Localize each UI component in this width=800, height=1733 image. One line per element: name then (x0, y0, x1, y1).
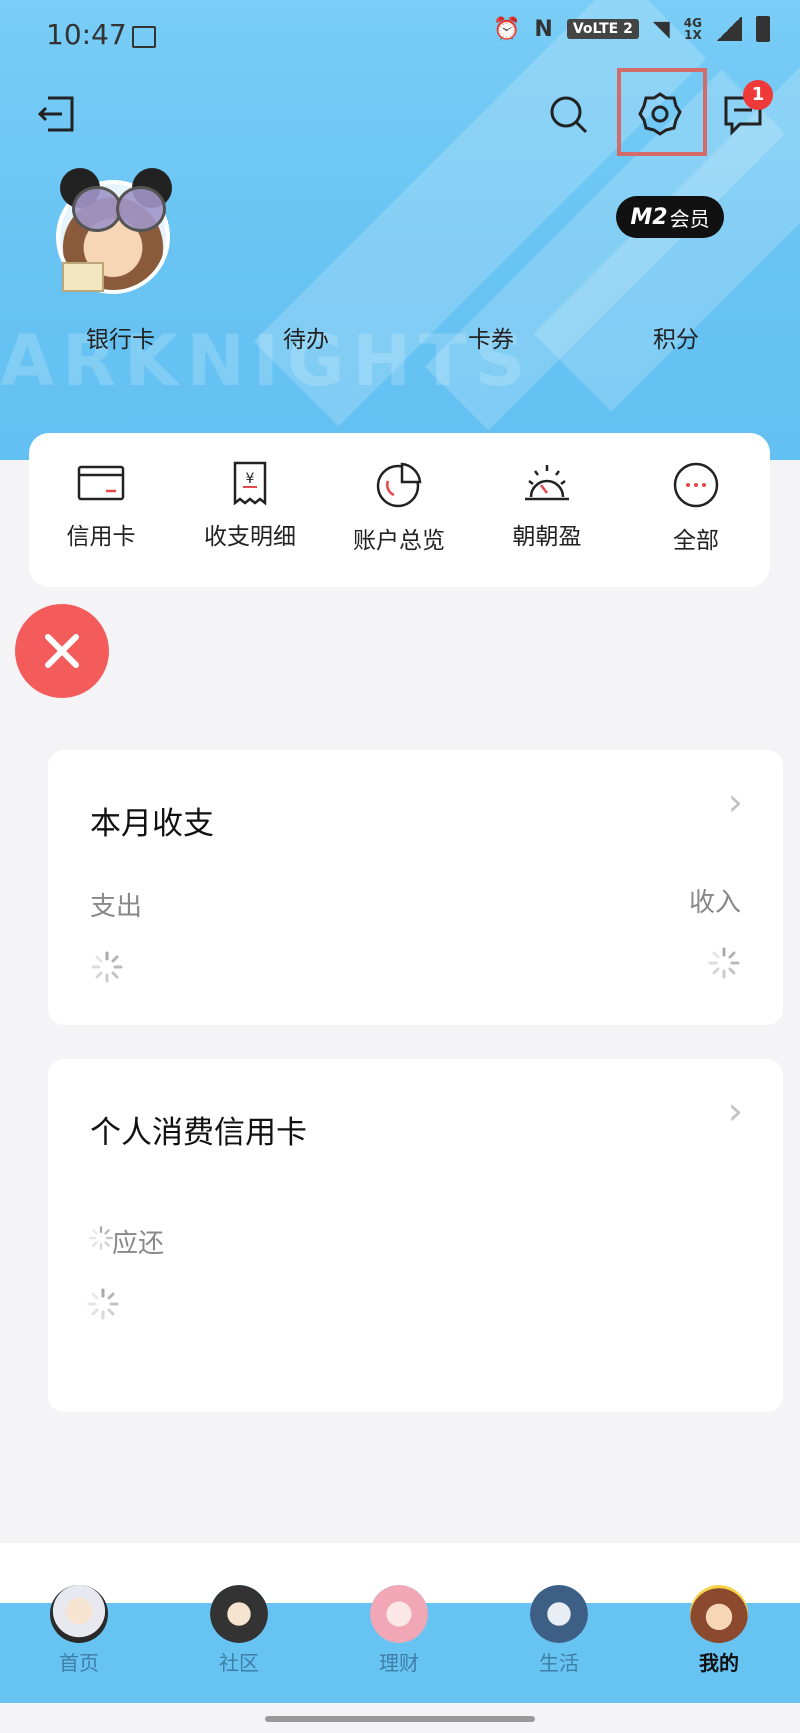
network-type: 4G 1X (684, 17, 702, 41)
search-icon (550, 96, 588, 134)
tab-mine[interactable]: 我的 (664, 1585, 774, 1676)
search-button[interactable] (544, 90, 592, 138)
quick-item-zhaozhaoying[interactable]: 朝朝盈 (482, 461, 612, 551)
quick-item-account-overview[interactable]: 账户总览 (334, 461, 464, 555)
credit-card-title: 个人消费信用卡 (90, 1115, 307, 1151)
avatar-glasses-left (72, 186, 122, 232)
battery-icon (756, 16, 770, 42)
life-mascot-icon (530, 1585, 588, 1643)
tab-home[interactable]: 首页 (24, 1585, 134, 1676)
monthly-card-title: 本月收支 (90, 806, 214, 842)
close-icon (45, 634, 79, 668)
income-label: 收入 (688, 888, 741, 918)
nfc-icon: N (534, 16, 553, 42)
avatar-glasses-right (116, 186, 166, 232)
gallery-notification-icon (132, 26, 156, 48)
volte-indicator: VoLTE 2 (566, 19, 639, 39)
tab-label: 首页 (59, 1651, 99, 1675)
credit-card-icon (77, 465, 125, 501)
message-badge: 1 (743, 80, 773, 110)
quick-item-label: 信用卡 (66, 524, 136, 550)
community-mascot-icon (210, 1585, 268, 1643)
stat-todo[interactable]: 待办 (283, 320, 329, 354)
quick-item-label: 朝朝盈 (512, 524, 582, 550)
tab-label: 生活 (539, 1651, 579, 1675)
network-type-bottom: 1X (684, 28, 702, 42)
quick-menu-card: 信用卡 ¥ 收支明细 账户总览 朝朝盈 全部 (29, 433, 770, 587)
tab-label: 我的 (699, 1651, 739, 1675)
tab-label: 理财 (379, 1651, 419, 1675)
alarm-icon: ⏰ (493, 16, 521, 42)
stat-bank-card[interactable]: 银行卡 (86, 320, 155, 354)
logout-button[interactable] (34, 90, 82, 138)
quick-item-statement[interactable]: ¥ 收支明细 (185, 461, 315, 551)
pie-chart-icon (376, 462, 422, 508)
logout-icon (37, 96, 74, 132)
sunrise-icon (525, 465, 569, 501)
more-icon (673, 462, 719, 508)
tab-wealth[interactable]: 理财 (344, 1585, 454, 1676)
tab-life[interactable]: 生活 (504, 1585, 614, 1676)
vip-label: 会员 (669, 206, 710, 231)
close-floating-button[interactable] (15, 604, 109, 698)
wealth-mascot-icon (370, 1585, 428, 1643)
settings-highlight (617, 68, 707, 156)
quick-item-credit-card[interactable]: 信用卡 (36, 461, 166, 551)
vip-mark: M2 (630, 204, 668, 230)
tab-label: 社区 (219, 1651, 259, 1675)
quick-item-label: 收支明细 (204, 524, 296, 550)
home-indicator (265, 1716, 535, 1722)
loading-spinner-icon (91, 951, 123, 983)
loading-spinner-icon (89, 1226, 113, 1250)
quick-item-all[interactable]: 全部 (631, 461, 761, 555)
vip-badge[interactable]: M2 会员 (616, 196, 724, 238)
monthly-summary-card[interactable]: 本月收支 › 支出 收入 (48, 750, 783, 1025)
avatar-envelope (62, 262, 104, 292)
receipt-icon: ¥ (233, 461, 267, 505)
loading-spinner-icon (708, 947, 740, 979)
chevron-right-icon: › (727, 780, 743, 824)
tab-community[interactable]: 社区 (184, 1585, 294, 1676)
home-mascot-icon (50, 1585, 108, 1643)
quick-item-label: 账户总览 (353, 528, 445, 554)
credit-card-summary-card[interactable]: 个人消费信用卡 › 应还 (48, 1059, 783, 1412)
signal-icon (716, 17, 742, 41)
status-icons: ⏰ N VoLTE 2 ◥ 4G 1X (493, 16, 770, 42)
chevron-right-icon: › (727, 1089, 743, 1133)
mine-mascot-icon (690, 1585, 748, 1643)
wifi-icon: ◥ (652, 16, 670, 42)
stat-coupons[interactable]: 卡券 (468, 320, 514, 354)
amount-due-label: 应还 (112, 1229, 165, 1259)
header-watermark: ARKNIGHTS (0, 320, 534, 402)
quick-item-label: 全部 (673, 528, 719, 554)
status-time: 10:47 (46, 18, 127, 51)
loading-spinner-icon (87, 1288, 119, 1320)
svg-text:¥: ¥ (246, 471, 255, 487)
expense-label: 支出 (90, 892, 143, 922)
stat-points[interactable]: 积分 (653, 320, 699, 354)
